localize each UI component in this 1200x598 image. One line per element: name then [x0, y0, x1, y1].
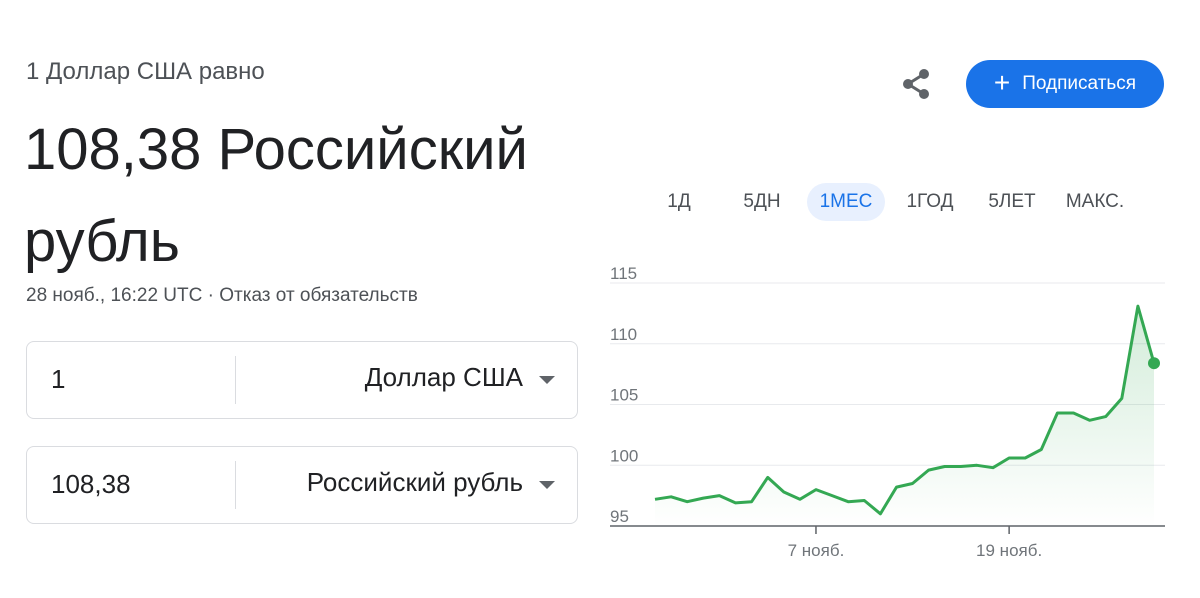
chevron-down-icon[interactable]: [539, 481, 555, 489]
amount-input-to[interactable]: 108,38: [51, 469, 131, 500]
plus-icon: +: [993, 66, 1011, 98]
subscribe-label: Подписаться: [1022, 73, 1137, 94]
tab-5d[interactable]: 5ДН: [728, 183, 796, 221]
tab-1m[interactable]: 1МЕС: [807, 183, 885, 221]
chevron-down-icon[interactable]: [539, 376, 555, 384]
converter-from: 1 Доллар США: [26, 341, 578, 419]
field-divider: [235, 356, 236, 404]
equal-label: 1 Доллар США равно: [26, 58, 265, 85]
share-icon: [903, 69, 929, 99]
subscribe-button[interactable]: + Подписаться: [966, 60, 1164, 108]
y-tick-label: 95: [610, 507, 629, 526]
x-tick-label: 7 нояб.: [788, 541, 845, 560]
tab-max[interactable]: МАКС.: [1056, 183, 1134, 221]
field-divider: [235, 461, 236, 509]
x-tick-label: 19 нояб.: [976, 541, 1042, 560]
converter-to: 108,38 Российский рубль: [26, 446, 578, 524]
currency-select-from[interactable]: Доллар США: [365, 362, 523, 393]
tab-1d[interactable]: 1Д: [650, 183, 708, 221]
y-tick-label: 105: [610, 386, 638, 405]
y-tick-label: 110: [610, 325, 637, 344]
currency-select-to[interactable]: Российский рубль: [307, 467, 523, 498]
tab-1y[interactable]: 1ГОД: [896, 183, 964, 221]
tab-5y[interactable]: 5ЛЕТ: [978, 183, 1046, 221]
share-button[interactable]: [896, 64, 936, 104]
amount-input-from[interactable]: 1: [51, 364, 65, 395]
last-point-marker: [1148, 357, 1160, 370]
price-chart: 95 100 105 110 115 7 нояб. 19 нояб.: [610, 264, 1165, 560]
y-tick-label: 100: [610, 446, 638, 465]
range-tabs: 1Д 5ДН 1МЕС 1ГОД 5ЛЕТ МАКС.: [0, 183, 1200, 223]
y-tick-label: 115: [610, 264, 637, 283]
timestamp-disclaimer: 28 нояб., 16:22 UTC · Отказ от обязатель…: [26, 285, 418, 306]
